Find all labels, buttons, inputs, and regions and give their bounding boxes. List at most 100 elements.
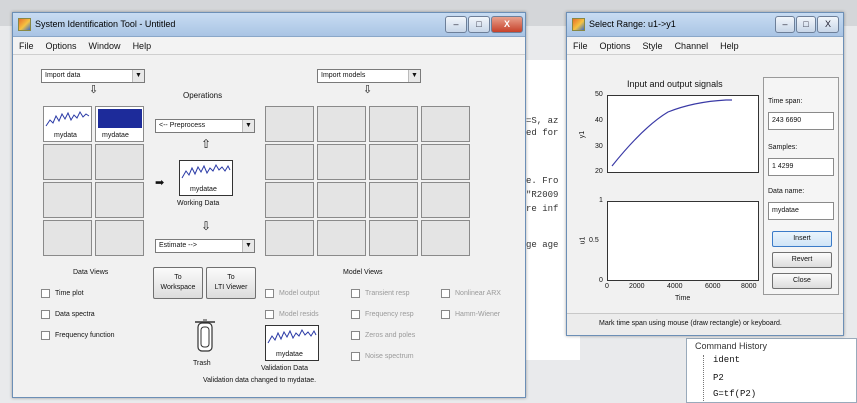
model-board-empty[interactable] — [317, 220, 366, 256]
frequency-function-checkbox[interactable] — [41, 331, 50, 340]
frequency-resp-checkbox[interactable] — [351, 310, 360, 319]
menu-options[interactable]: Options — [40, 37, 83, 55]
transient-resp-checkbox[interactable] — [351, 289, 360, 298]
maximize-button[interactable]: □ — [468, 16, 490, 33]
zeros-and-poles-checkbox[interactable] — [351, 331, 360, 340]
history-item[interactable]: ident — [713, 355, 740, 365]
x-tick: 8000 — [741, 283, 757, 290]
code-line: ge age — [526, 240, 559, 250]
menu-options[interactable]: Options — [594, 37, 637, 55]
insert-button[interactable]: Insert — [772, 231, 832, 247]
preprocess-value: <-- Preprocess — [159, 122, 206, 129]
matlab-logo-icon — [18, 18, 31, 31]
time-span-label: Time span: — [768, 98, 803, 105]
minimize-button[interactable]: – — [445, 16, 467, 33]
close-button[interactable]: X — [817, 16, 839, 33]
hamm-wiener-label: Hamm-Wiener — [455, 311, 501, 318]
working-data-label: mydatae — [190, 186, 217, 193]
nonlinear-arx-checkbox[interactable] — [441, 289, 450, 298]
import-models-value: Import models — [321, 72, 366, 79]
command-history-panel[interactable]: Command History ident P2 G=tf(P2) — [686, 338, 857, 403]
nonlinear-arx-label: Nonlinear ARX — [455, 290, 501, 297]
model-board-empty[interactable] — [265, 182, 314, 218]
working-data-board[interactable]: mydatae — [179, 160, 233, 196]
history-item[interactable]: P2 — [713, 373, 724, 383]
chevron-down-icon: ▼ — [242, 120, 254, 132]
data-board-empty[interactable] — [43, 182, 92, 218]
signal-thumbnail-icon — [267, 328, 317, 344]
menu-help[interactable]: Help — [714, 37, 745, 55]
title-bar[interactable]: Select Range: u1->y1 – □ X — [567, 13, 843, 37]
data-name-field[interactable]: mydatae — [768, 202, 834, 220]
data-spectra-checkbox[interactable] — [41, 310, 50, 319]
model-board-empty[interactable] — [421, 144, 470, 180]
estimate-dropdown[interactable]: Estimate --> ▼ — [155, 239, 255, 253]
y1-axes[interactable] — [607, 95, 759, 173]
import-data-dropdown[interactable]: Import data ▼ — [41, 69, 145, 83]
menu-help[interactable]: Help — [127, 37, 158, 55]
menu-file[interactable]: File — [567, 37, 594, 55]
trash-icon[interactable] — [193, 319, 217, 353]
data-board-mydata[interactable]: mydata — [43, 106, 92, 142]
time-plot-label: Time plot — [55, 290, 84, 297]
y1-tick: 20 — [595, 168, 603, 175]
x-tick: 0 — [605, 283, 609, 290]
preprocess-dropdown[interactable]: <-- Preprocess ▼ — [155, 119, 255, 133]
status-bar-text: Validation data changed to mydatae. — [203, 377, 317, 384]
data-board-empty[interactable] — [43, 220, 92, 256]
model-board-empty[interactable] — [369, 182, 418, 218]
matlab-logo-icon — [572, 18, 585, 31]
data-board-empty[interactable] — [95, 182, 144, 218]
model-board-empty[interactable] — [421, 182, 470, 218]
model-board-empty[interactable] — [369, 144, 418, 180]
hamm-wiener-checkbox[interactable] — [441, 310, 450, 319]
system-identification-window: System Identification Tool - Untitled – … — [12, 12, 526, 398]
model-board-empty[interactable] — [369, 220, 418, 256]
model-board-empty[interactable] — [265, 106, 314, 142]
model-board-empty[interactable] — [265, 144, 314, 180]
time-plot-checkbox[interactable] — [41, 289, 50, 298]
estimate-value: Estimate --> — [159, 242, 197, 249]
to-workspace-line2: Workspace — [160, 284, 196, 291]
noise-spectrum-checkbox[interactable] — [351, 352, 360, 361]
title-bar[interactable]: System Identification Tool - Untitled – … — [13, 13, 525, 37]
to-lti-viewer-button[interactable]: To LTI Viewer — [206, 267, 256, 299]
model-resids-checkbox[interactable] — [265, 310, 274, 319]
data-board-mydatae[interactable]: mydatae — [95, 106, 144, 142]
data-board-empty[interactable] — [43, 144, 92, 180]
validation-data-board[interactable]: mydatae — [265, 325, 319, 361]
code-line: ed for — [526, 128, 559, 138]
model-board-empty[interactable] — [421, 220, 470, 256]
model-output-checkbox[interactable] — [265, 289, 274, 298]
time-span-field[interactable]: 243 6690 — [768, 112, 834, 130]
close-button[interactable]: X — [491, 16, 523, 33]
menu-channel[interactable]: Channel — [669, 37, 715, 55]
model-board-empty[interactable] — [317, 182, 366, 218]
arrow-down-icon: ⇩ — [201, 219, 212, 233]
menu-window[interactable]: Window — [83, 37, 127, 55]
data-board-empty[interactable] — [95, 144, 144, 180]
maximize-button[interactable]: □ — [796, 16, 816, 33]
revert-button[interactable]: Revert — [772, 252, 832, 268]
model-board-empty[interactable] — [317, 106, 366, 142]
to-workspace-button[interactable]: To Workspace — [153, 267, 203, 299]
signal-thumbnail-icon — [181, 163, 231, 179]
data-name-label: Data name: — [768, 188, 805, 195]
model-board-empty[interactable] — [369, 106, 418, 142]
chevron-down-icon: ▼ — [242, 240, 254, 252]
close-button[interactable]: Close — [772, 273, 832, 289]
import-models-dropdown[interactable]: Import models ▼ — [317, 69, 421, 83]
model-board-empty[interactable] — [421, 106, 470, 142]
model-board-empty[interactable] — [265, 220, 314, 256]
menu-style[interactable]: Style — [637, 37, 669, 55]
data-board-empty[interactable] — [95, 220, 144, 256]
menu-file[interactable]: File — [13, 37, 40, 55]
minimize-button[interactable]: – — [775, 16, 795, 33]
samples-label: Samples: — [768, 144, 798, 151]
u1-axes[interactable] — [607, 201, 759, 281]
window-title: Select Range: u1->y1 — [589, 19, 676, 29]
model-board-empty[interactable] — [317, 144, 366, 180]
history-item[interactable]: G=tf(P2) — [713, 389, 756, 399]
samples-field[interactable]: 1 4299 — [768, 158, 834, 176]
plot-title: Input and output signals — [627, 79, 723, 89]
